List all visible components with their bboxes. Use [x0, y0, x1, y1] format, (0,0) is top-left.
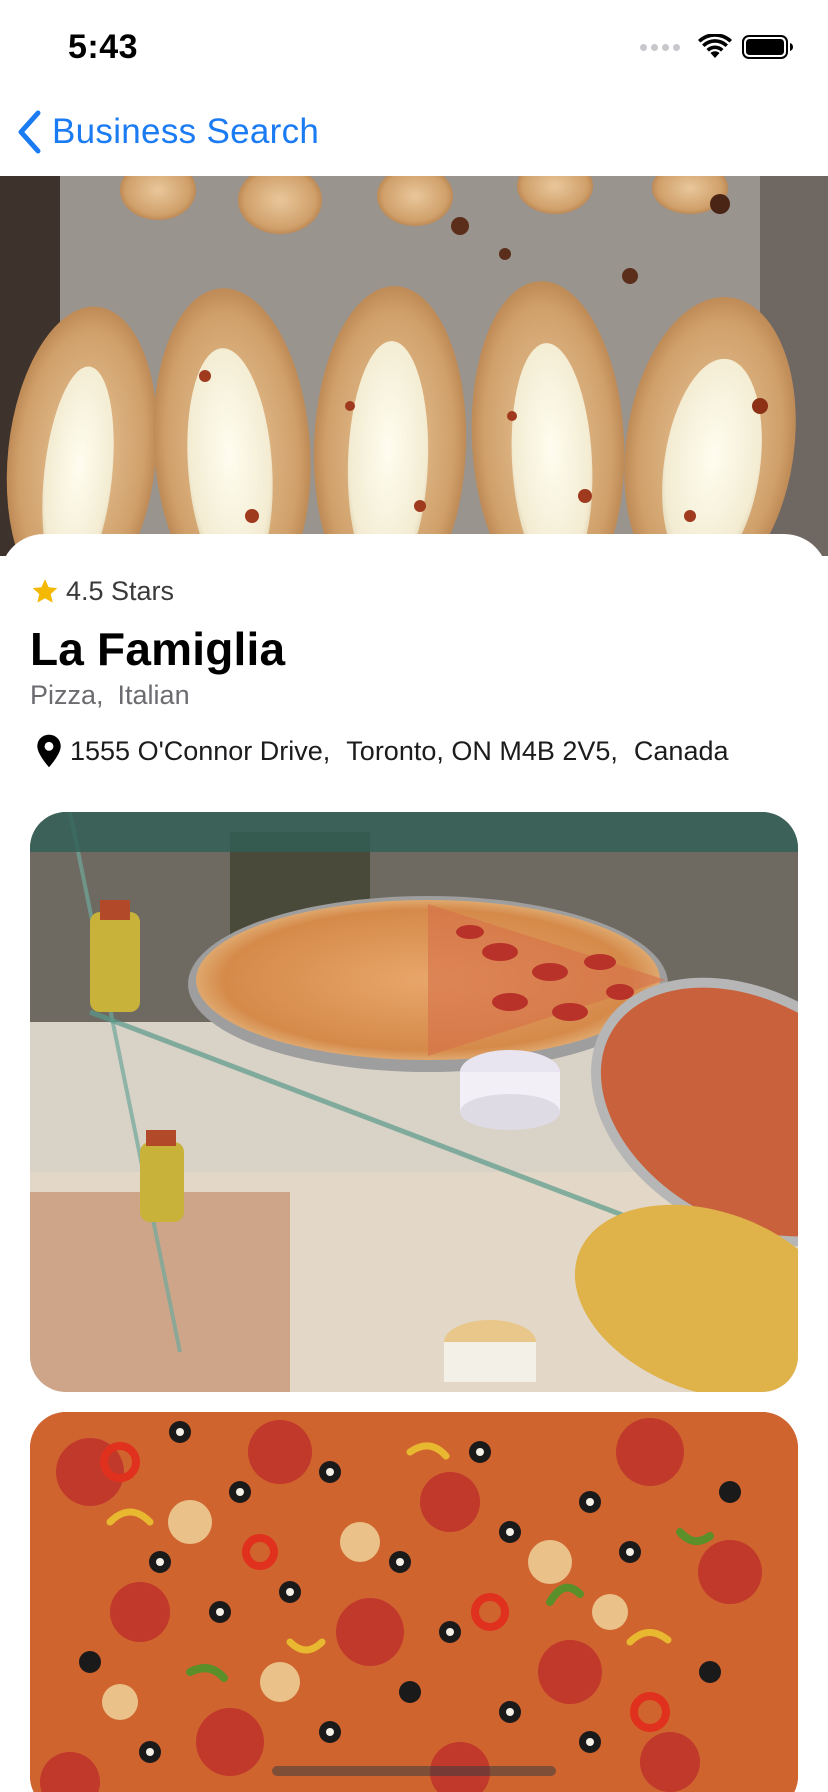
business-photo[interactable] [30, 1412, 798, 1792]
address-row[interactable]: 1555 O'Connor Drive, Toronto, ON M4B 2V5… [36, 734, 729, 768]
status-time: 5:43 [68, 28, 139, 66]
wifi-icon [698, 34, 732, 58]
cellular-signal-icon [640, 43, 680, 51]
business-hero-photo [0, 176, 828, 556]
status-indicators [640, 34, 794, 60]
pizza-toppings-photo [30, 1412, 798, 1792]
rating-text: 4.5 Stars [66, 576, 175, 606]
business-categories: Pizza, Italian [30, 680, 190, 711]
category-item: Italian [117, 680, 190, 710]
business-address: 1555 O'Connor Drive, Toronto, ON M4B 2V5… [70, 736, 729, 767]
hero-photo-image [0, 176, 828, 556]
pizza-display-photo [30, 812, 798, 1392]
back-button-label: Business Search [52, 112, 320, 151]
navigation-bar: Business Search [0, 96, 828, 176]
business-detail-screen: 5:43 Business Search 4.5 Stars La Famigl… [0, 0, 828, 1792]
business-name: La Famiglia [30, 623, 286, 675]
chevron-left-icon [18, 110, 41, 154]
address-country: Canada [633, 735, 729, 766]
rating-row: 4.5 Stars [30, 576, 174, 607]
status-bar: 5:43 [0, 0, 828, 96]
home-indicator[interactable] [272, 1766, 556, 1776]
category-item: Pizza, [30, 680, 104, 710]
address-street: 1555 O'Connor Drive, [70, 735, 331, 766]
back-button[interactable]: Business Search [16, 110, 319, 154]
battery-icon [742, 35, 793, 59]
address-city: Toronto, ON M4B 2V5, [346, 735, 618, 766]
business-photo[interactable] [30, 812, 798, 1392]
star-icon [32, 578, 58, 603]
business-info-card: 4.5 Stars La Famiglia Pizza, Italian 155… [0, 534, 828, 1792]
map-pin-icon [37, 734, 61, 768]
